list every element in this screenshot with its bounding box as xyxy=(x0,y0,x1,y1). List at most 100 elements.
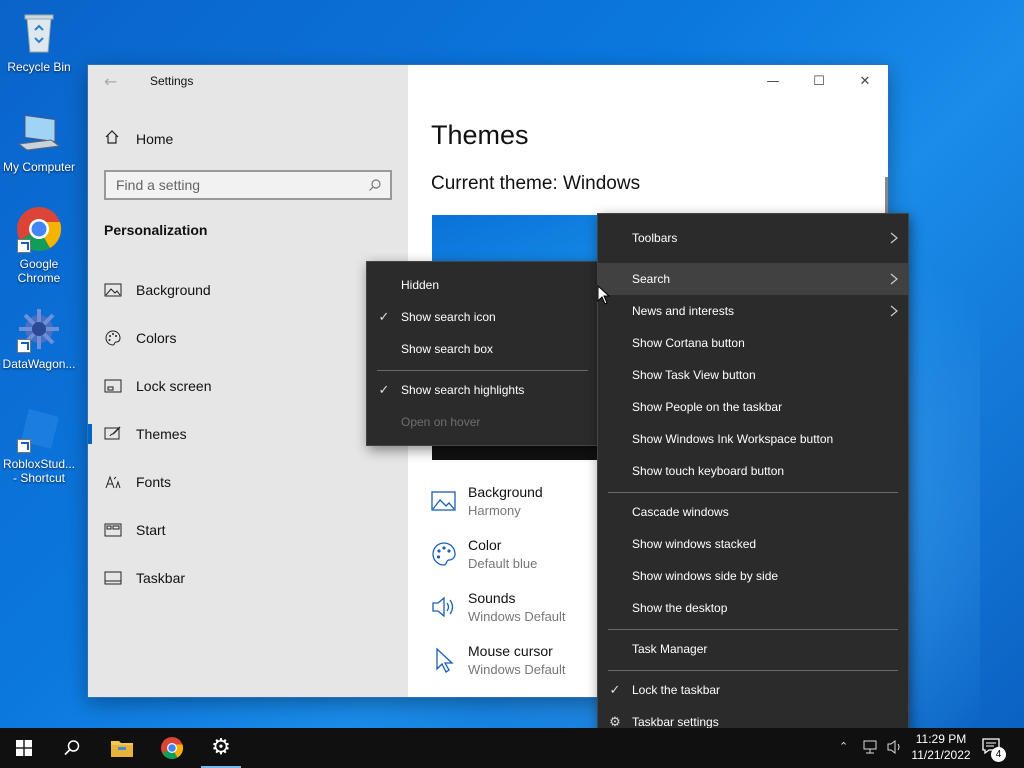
sidebar-item-lock-screen[interactable]: Lock screen xyxy=(88,364,408,408)
checkmark-icon: ✓ xyxy=(609,682,621,697)
menu-item-label: Show search icon xyxy=(401,310,496,324)
maximize-button[interactable]: ☐ xyxy=(796,65,842,97)
search-input[interactable]: Find a setting xyxy=(104,170,392,200)
menu-item-show-people[interactable]: Show People on the taskbar xyxy=(598,391,908,423)
menu-item-toolbars[interactable]: Toolbars xyxy=(598,222,908,254)
menu-item-label: Search xyxy=(632,272,671,286)
minimize-button[interactable]: — xyxy=(750,65,796,97)
menu-item-label: Lock the taskbar xyxy=(632,683,721,697)
windows-logo-icon xyxy=(16,740,32,756)
desktop-icon-chrome[interactable]: Google Chrome xyxy=(0,205,78,285)
settings-taskbar-button[interactable]: ⚙ xyxy=(197,728,245,768)
menu-item-show-search-icon[interactable]: ✓ Show search icon xyxy=(367,301,598,333)
sidebar-item-label: Taskbar xyxy=(136,570,186,586)
menu-item-label: Cascade windows xyxy=(632,505,729,519)
menu-item-label: Show People on the taskbar xyxy=(632,400,783,414)
close-button[interactable]: ✕ xyxy=(842,65,888,97)
sidebar-item-themes[interactable]: Themes xyxy=(88,412,408,456)
sidebar-item-label: Background xyxy=(136,282,211,298)
sidebar-item-label: Lock screen xyxy=(136,378,212,394)
search-submenu: Hidden ✓ Show search icon Show search bo… xyxy=(366,261,599,446)
clock[interactable]: 11:29 PM 11/21/2022 xyxy=(908,731,974,763)
sidebar-item-taskbar[interactable]: Taskbar xyxy=(88,556,408,600)
menu-item-show-cortana-button[interactable]: Show Cortana button xyxy=(598,327,908,359)
menu-item-label: Task Manager xyxy=(632,642,708,656)
close-icon: ✕ xyxy=(859,73,871,89)
chrome-taskbar-button[interactable] xyxy=(148,728,196,768)
network-icon[interactable] xyxy=(862,739,880,759)
cursor-icon xyxy=(431,647,457,673)
menu-item-show-windows-side-by-side[interactable]: Show windows side by side xyxy=(598,560,908,592)
menu-item-show-touch-keyboard[interactable]: Show touch keyboard button xyxy=(598,455,908,487)
home-icon xyxy=(104,129,126,149)
scrollbar[interactable] xyxy=(885,177,888,217)
computer-icon xyxy=(15,108,63,156)
menu-item-show-task-view-button[interactable]: Show Task View button xyxy=(598,359,908,391)
menu-item-label: Show Task View button xyxy=(632,368,756,382)
sidebar-item-label: Start xyxy=(136,522,166,538)
desktop-icon-recycle-bin[interactable]: Recycle Bin xyxy=(0,8,78,74)
shortcut-arrow-icon xyxy=(17,439,31,453)
desktop-icon-label: RobloxStud... - Shortcut xyxy=(2,457,76,485)
start-button[interactable] xyxy=(0,728,48,768)
menu-item-news-and-interests[interactable]: News and interests xyxy=(598,295,908,327)
menu-item-label: Toolbars xyxy=(632,231,678,245)
folder-icon xyxy=(111,741,133,757)
tray-chevron-icon[interactable]: ⌃ xyxy=(839,740,848,753)
window-title: Settings xyxy=(150,74,194,88)
property-title: Background xyxy=(468,484,543,500)
menu-item-hidden[interactable]: Hidden xyxy=(367,269,598,301)
menu-item-lock-the-taskbar[interactable]: ✓ Lock the taskbar xyxy=(598,674,908,706)
property-title: Sounds xyxy=(468,590,516,606)
menu-item-show-the-desktop[interactable]: Show the desktop xyxy=(598,592,908,624)
home-label: Home xyxy=(136,131,174,147)
menu-item-cascade-windows[interactable]: Cascade windows xyxy=(598,496,908,528)
sidebar-item-label: Colors xyxy=(136,330,177,346)
sidebar-item-background[interactable]: Background xyxy=(88,268,408,312)
settings-sidebar: ← Settings Home Find a setting Personali… xyxy=(88,65,408,697)
taskbar-icon xyxy=(104,569,122,587)
property-value: Default blue xyxy=(468,556,538,571)
chevron-right-icon xyxy=(888,273,900,285)
menu-separator xyxy=(608,492,898,493)
menu-item-search[interactable]: Search xyxy=(598,263,908,295)
volume-icon[interactable] xyxy=(886,739,904,759)
palette-icon xyxy=(431,541,457,567)
menu-item-show-search-box[interactable]: Show search box xyxy=(367,333,598,365)
menu-separator xyxy=(608,670,898,671)
search-placeholder: Find a setting xyxy=(116,177,201,193)
menu-item-label: Open on hover xyxy=(401,415,481,429)
sidebar-item-start[interactable]: Start xyxy=(88,508,408,552)
desktop-icon-label: Google Chrome xyxy=(17,257,61,285)
home-nav-item[interactable]: Home xyxy=(104,128,173,150)
current-theme-heading: Current theme: Windows xyxy=(431,173,641,194)
desktop-icon-roblox-studio[interactable]: RobloxStud... - Shortcut xyxy=(0,405,78,485)
desktop-icon-my-computer[interactable]: My Computer xyxy=(0,108,78,174)
search-button[interactable] xyxy=(48,728,96,768)
shortcut-arrow-icon xyxy=(17,239,31,253)
file-explorer-button[interactable] xyxy=(98,728,146,768)
clock-time: 11:29 PM xyxy=(915,732,967,746)
menu-item-show-search-highlights[interactable]: ✓ Show search highlights xyxy=(367,374,598,406)
mouse-pointer-icon xyxy=(597,284,611,309)
menu-item-show-windows-stacked[interactable]: Show windows stacked xyxy=(598,528,908,560)
menu-item-label: Taskbar settings xyxy=(632,715,719,729)
sidebar-item-colors[interactable]: Colors xyxy=(88,316,408,360)
menu-item-show-windows-ink[interactable]: Show Windows Ink Workspace button xyxy=(598,423,908,455)
recycle-bin-icon xyxy=(15,8,63,56)
sidebar-item-label: Fonts xyxy=(136,474,172,490)
taskbar[interactable]: ⚙ ⌃ 11:29 PM 11/21/2022 4 xyxy=(0,728,1024,768)
back-arrow-icon[interactable]: ← xyxy=(104,72,117,91)
desktop-icon-label: Recycle Bin xyxy=(7,60,71,74)
title-bar[interactable]: ← Settings xyxy=(88,65,408,97)
window-controls: — ☐ ✕ xyxy=(750,65,888,97)
desktop-icon-datawagon[interactable]: DataWagon... xyxy=(0,305,78,371)
datawagon-icon xyxy=(15,305,63,353)
checkmark-icon: ✓ xyxy=(378,309,390,324)
roblox-studio-icon xyxy=(15,405,63,453)
sidebar-item-fonts[interactable]: Fonts xyxy=(88,460,408,504)
desktop-icon-label: DataWagon... xyxy=(2,357,76,371)
checkmark-icon: ✓ xyxy=(378,382,390,397)
menu-item-label: Show Windows Ink Workspace button xyxy=(632,432,834,446)
menu-item-task-manager[interactable]: Task Manager xyxy=(598,633,908,665)
